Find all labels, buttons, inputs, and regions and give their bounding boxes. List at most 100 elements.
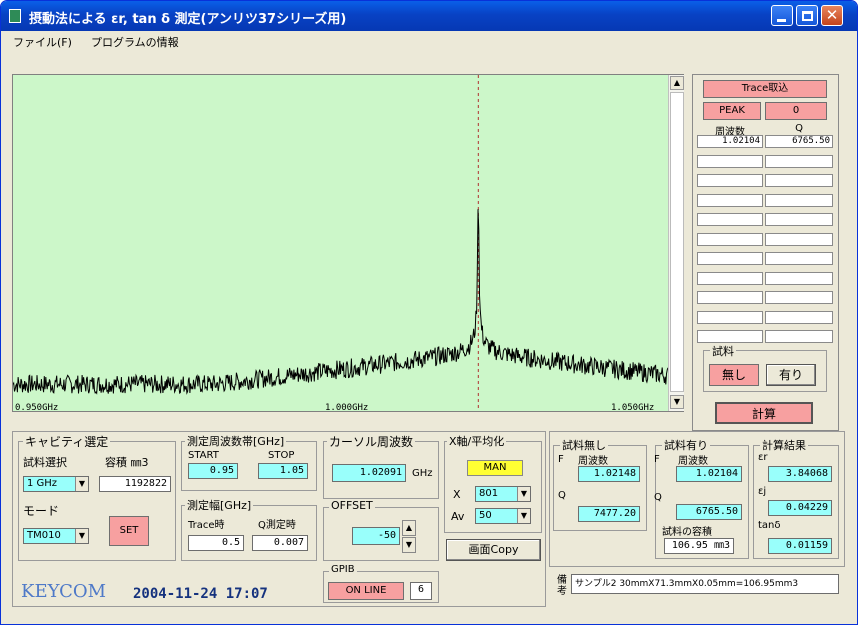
peak-table-q-cell	[765, 232, 833, 246]
q-width-field[interactable]: 0.007	[252, 535, 308, 551]
volume-label: 容積 ㎜3	[105, 456, 149, 469]
menu-file[interactable]: ファイル(F)	[13, 34, 72, 50]
average-value: 50	[479, 510, 492, 521]
peak-table-freq-cell	[697, 252, 763, 265]
brand-logo: KEYCOM	[21, 581, 107, 602]
ej-field: 0.04229	[768, 500, 832, 516]
sample-volume-label: 試料の容積	[662, 527, 712, 538]
sample-select-label: 試料選択	[23, 456, 67, 469]
close-icon: ✕	[825, 6, 839, 24]
gpib-group: GPIB ON LINE 6	[323, 564, 439, 603]
peak-table-q-cell: 6765.50	[765, 135, 833, 148]
menu-bar: ファイル(F) プログラムの情報	[1, 31, 857, 51]
ej-label: εj	[758, 486, 767, 497]
start-field[interactable]: 0.95	[188, 463, 238, 479]
peak-table-q-cell	[765, 330, 833, 343]
sample-group: 試料 無し 有り	[703, 343, 827, 392]
sample-select-value: 1 GHz	[27, 478, 58, 489]
peak-table-freq-cell	[697, 193, 763, 207]
notes-label: 備考	[557, 575, 567, 597]
er-field: 3.84068	[768, 466, 832, 482]
minimize-button[interactable]	[771, 5, 793, 26]
maximize-button[interactable]	[796, 5, 818, 26]
with-sample-f-label: F	[654, 454, 660, 465]
er-label: εr	[758, 452, 768, 463]
no-sample-q-label: Q	[558, 490, 566, 501]
calculate-button[interactable]: 計算	[715, 402, 813, 424]
close-button[interactable]: ✕	[821, 5, 843, 26]
chevron-down-icon[interactable]: ▼	[517, 509, 530, 523]
sample-volume-field[interactable]: 106.95 ㎜3	[664, 538, 734, 554]
spin-down-icon[interactable]: ▼	[402, 537, 416, 553]
peak-table-freq-cell	[697, 154, 763, 168]
trace-width-label: Trace時	[188, 520, 225, 531]
stop-field[interactable]: 1.05	[258, 463, 308, 479]
peak-table-q-cell	[765, 252, 833, 265]
no-sample-title: 試料無し	[560, 437, 608, 453]
chevron-down-icon[interactable]: ▼	[517, 487, 530, 501]
man-toggle[interactable]: MAN	[467, 460, 523, 476]
chevron-down-icon[interactable]: ▼	[75, 477, 88, 491]
x-points-label: X	[453, 488, 461, 501]
peak-table-q-cell	[765, 310, 833, 324]
start-label: START	[188, 450, 219, 461]
q-column-header: Q	[795, 123, 803, 134]
trace-plot	[12, 75, 669, 411]
sample-none-button[interactable]: 無し	[709, 364, 759, 386]
offset-group: OFFSET -50 ▲ ▼	[323, 499, 439, 561]
gpib-title: GPIB	[329, 564, 357, 575]
scroll-thumb[interactable]	[670, 92, 684, 392]
volume-field[interactable]: 1192822	[99, 476, 171, 492]
peak-value: 0	[765, 102, 827, 120]
plot-area[interactable]: 0.950GHz 1.000GHz 1.050GHz	[12, 75, 669, 413]
plot-frame: 0.950GHz 1.000GHz 1.050GHz ▲ ▼	[12, 74, 684, 413]
sample-select-combo[interactable]: 1 GHz ▼	[23, 476, 89, 492]
stop-label: STOP	[268, 450, 295, 461]
trace-width-field[interactable]: 0.5	[188, 535, 244, 551]
title-bar[interactable]: 摂動法による εr, tan δ 測定(アンリツ37シリーズ用) ✕	[1, 1, 857, 31]
cursor-freq-field[interactable]: 1.02091	[332, 464, 406, 482]
cursor-freq-title: カーソル周波数	[327, 433, 416, 450]
average-label: Av	[451, 510, 465, 523]
peak-table-q-cell	[765, 154, 833, 168]
calc-results-group: 計算結果 εr 3.84068 εj 0.04229 tanδ 0.01159	[753, 437, 839, 559]
peak-table-freq-cell	[697, 330, 763, 343]
app-icon	[9, 9, 21, 23]
meas-width-title: 測定幅[GHz]	[185, 497, 254, 513]
spin-up-icon[interactable]: ▲	[402, 520, 416, 536]
xaxis-title: X軸/平均化	[447, 433, 507, 449]
gpib-address-field[interactable]: 6	[410, 582, 432, 600]
average-combo[interactable]: 50 ▼	[475, 508, 531, 524]
with-sample-q-label: Q	[654, 492, 662, 503]
offset-field[interactable]: -50	[352, 527, 400, 545]
peak-table-q-cell	[765, 291, 833, 304]
cavity-group-title: キャビティ選定	[23, 433, 111, 450]
with-sample-group: 試料有り F 周波数 1.02104 Q 6765.50 試料の容積 106.9…	[654, 437, 749, 559]
with-sample-q-field: 6765.50	[676, 504, 742, 520]
sample-group-title: 試料	[710, 343, 736, 359]
scroll-up-icon[interactable]: ▲	[670, 76, 684, 90]
notes-field[interactable]: サンプル2 30mmX71.3mmX0.05mm=106.95mm3	[571, 574, 839, 594]
peak-button[interactable]: PEAK	[703, 102, 761, 120]
set-button[interactable]: SET	[109, 516, 149, 546]
no-sample-freq-field: 1.02148	[578, 466, 640, 482]
no-sample-q-field: 7477.20	[578, 506, 640, 522]
x-points-value: 801	[479, 488, 499, 499]
plot-scrollbar[interactable]: ▲ ▼	[668, 75, 684, 411]
maximize-icon	[802, 11, 813, 21]
screen-copy-button[interactable]: 画面Copy	[446, 539, 541, 561]
trace-capture-button[interactable]: Trace取込	[703, 80, 827, 98]
chevron-down-icon[interactable]: ▼	[75, 529, 88, 543]
sample-present-button[interactable]: 有り	[766, 364, 816, 386]
x-points-combo[interactable]: 801 ▼	[475, 486, 531, 502]
tan-label: tanδ	[758, 520, 781, 531]
no-sample-freq-label: 周波数	[578, 456, 608, 467]
peak-table-q-cell	[765, 271, 833, 285]
menu-program-info[interactable]: プログラムの情報	[91, 34, 179, 50]
mode-combo[interactable]: TM010 ▼	[23, 528, 89, 544]
scroll-down-icon[interactable]: ▼	[670, 395, 684, 409]
q-width-label: Q測定時	[258, 520, 296, 531]
freq-band-title: 測定周波数帯[GHz]	[185, 433, 287, 449]
with-sample-freq-label: 周波数	[678, 456, 708, 467]
online-button[interactable]: ON LINE	[328, 582, 404, 600]
